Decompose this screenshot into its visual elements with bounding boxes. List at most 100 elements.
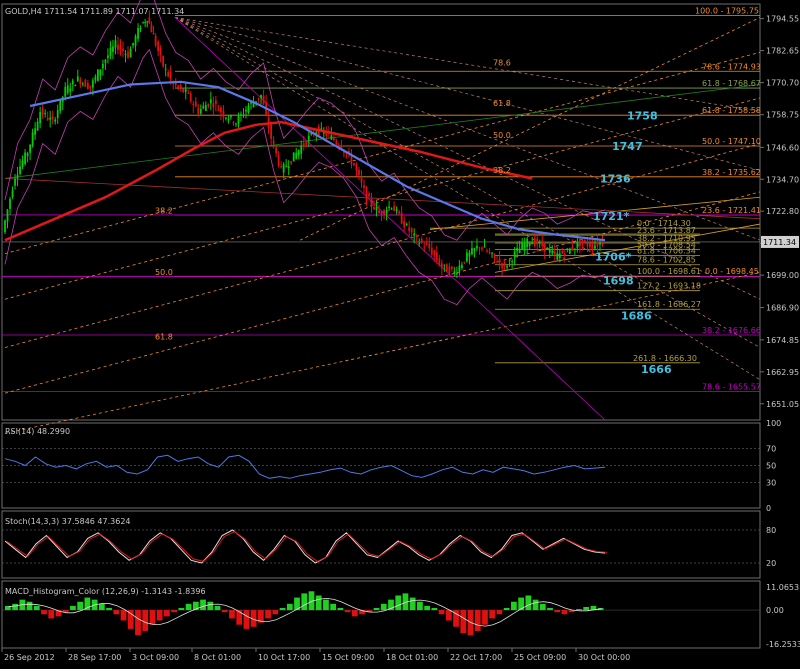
candle-body bbox=[247, 106, 250, 113]
ma-blue-line bbox=[29, 80, 606, 242]
macd-bar bbox=[286, 603, 293, 611]
macd-bar bbox=[395, 595, 402, 611]
candle-body bbox=[46, 117, 49, 120]
macd-bar bbox=[120, 610, 127, 621]
candle-body bbox=[117, 44, 119, 50]
level-label: 61.8 bbox=[155, 332, 173, 341]
candle-body bbox=[204, 105, 207, 112]
macd-bar bbox=[207, 601, 214, 611]
candle-body bbox=[513, 251, 516, 258]
candle-body bbox=[571, 246, 574, 250]
candle-body bbox=[498, 258, 501, 263]
candle-body bbox=[197, 107, 200, 115]
candle-body bbox=[408, 227, 411, 232]
candle-body bbox=[368, 193, 370, 197]
macd-bar bbox=[98, 603, 105, 611]
candle-body bbox=[355, 163, 358, 171]
candle-body bbox=[84, 80, 87, 87]
candle-body bbox=[56, 110, 59, 118]
target-label: 1686 bbox=[621, 309, 652, 322]
candle-body bbox=[99, 69, 102, 76]
candle-body bbox=[64, 86, 67, 97]
y-tick-label: 1746.60 bbox=[766, 143, 799, 152]
candle-body bbox=[187, 92, 190, 94]
candle-body bbox=[478, 247, 481, 249]
candle-body bbox=[237, 116, 240, 124]
macd-tick-label: 11.0653 bbox=[766, 583, 799, 592]
candle-body bbox=[245, 109, 247, 112]
candle-body bbox=[330, 135, 333, 140]
candle-body bbox=[523, 243, 526, 251]
macd-bar bbox=[279, 608, 286, 611]
candle-body bbox=[438, 258, 441, 266]
macd-bar bbox=[272, 610, 279, 615]
candle-body bbox=[81, 83, 84, 85]
rsi-line bbox=[4, 454, 606, 479]
macd-bar bbox=[236, 610, 243, 625]
rsi-tick-label: 70 bbox=[766, 445, 776, 454]
candle-body bbox=[184, 89, 187, 92]
x-tick-label: 30 Oct 00:00 bbox=[578, 653, 630, 662]
chart-header: GOLD,H4 1711.54 1711.89 1711.07 1711.34 bbox=[5, 7, 184, 16]
fib-label: 100.0 - 1795.75 bbox=[695, 6, 759, 15]
candle-body bbox=[410, 228, 413, 233]
macd-bar bbox=[438, 610, 445, 615]
candle-body bbox=[86, 82, 89, 89]
macd-bar bbox=[583, 606, 590, 611]
candle-body bbox=[483, 246, 486, 248]
macd-bar bbox=[373, 608, 380, 611]
candle-body bbox=[471, 248, 473, 255]
candle-body bbox=[445, 264, 448, 272]
candle-body bbox=[260, 94, 262, 98]
candle-body bbox=[19, 166, 21, 174]
candle-body bbox=[150, 24, 153, 33]
candle-body bbox=[207, 103, 210, 106]
candle-body bbox=[109, 48, 112, 56]
macd-bar bbox=[156, 610, 163, 621]
candle-body bbox=[182, 88, 185, 92]
candle-body bbox=[305, 141, 308, 145]
target-label: 1721* bbox=[593, 210, 630, 223]
candle-body bbox=[227, 119, 230, 121]
macd-bar bbox=[243, 610, 250, 629]
candle-body bbox=[548, 249, 551, 253]
macd-bar bbox=[315, 595, 322, 611]
fib-label: 50.0 - 1747.10 bbox=[702, 137, 761, 146]
candle-body bbox=[400, 212, 403, 224]
x-tick-label: 3 Oct 09:00 bbox=[132, 653, 179, 662]
candle-body bbox=[300, 146, 303, 154]
macd-bar bbox=[539, 603, 546, 611]
macd-bar bbox=[409, 597, 416, 611]
target-label: 1747 bbox=[612, 140, 643, 153]
candle-body bbox=[433, 250, 436, 256]
candle-body bbox=[39, 112, 42, 124]
candle-body bbox=[59, 99, 62, 112]
macd-bar bbox=[41, 610, 47, 615]
candle-body bbox=[360, 177, 363, 183]
candle-body bbox=[443, 264, 446, 266]
fan-line-down bbox=[174, 17, 761, 241]
candle-body bbox=[576, 242, 579, 248]
candle-body bbox=[506, 265, 508, 268]
target-label: 1736 bbox=[600, 172, 631, 185]
candle-body bbox=[287, 166, 290, 168]
y-tick-label: 1651.05 bbox=[766, 400, 799, 409]
candle-body bbox=[385, 210, 388, 214]
candle-body bbox=[257, 97, 260, 99]
candle-body bbox=[102, 64, 104, 69]
y-tick-label: 1722.80 bbox=[766, 207, 799, 216]
candle-body bbox=[157, 41, 160, 52]
candle-body bbox=[448, 266, 451, 275]
candle-body bbox=[232, 122, 235, 124]
target-label: 1698 bbox=[603, 274, 634, 287]
y-tick-label: 1734.70 bbox=[766, 175, 799, 184]
fib-label: 61.8 - 1706.34 bbox=[637, 246, 696, 255]
candle-body bbox=[393, 206, 396, 211]
candle-body bbox=[568, 248, 571, 254]
candle-body bbox=[496, 261, 498, 263]
candle-body bbox=[162, 55, 165, 67]
candle-body bbox=[24, 152, 26, 164]
candle-body bbox=[375, 207, 378, 210]
macd-bar bbox=[337, 608, 344, 611]
candle-body bbox=[430, 247, 433, 255]
